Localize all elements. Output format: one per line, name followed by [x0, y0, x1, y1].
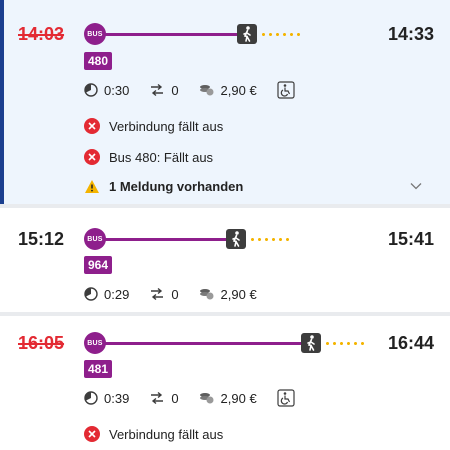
price-stat: 2,90 €	[199, 391, 257, 406]
transfers-value: 0	[171, 82, 179, 98]
transfers-value: 0	[171, 286, 179, 302]
walk-segment	[324, 342, 368, 345]
wheelchair-icon	[277, 81, 295, 99]
notice-text: 1 Meldung vorhanden	[109, 178, 244, 194]
connection-card-3[interactable]: 16:05 BUS 16:44 481 0:39 0 2,90 € Verbin…	[0, 316, 450, 450]
transfers-icon	[151, 391, 164, 405]
price-value: 2,90 €	[220, 286, 257, 302]
selected-indicator	[0, 0, 4, 204]
price-stat: 2,90 €	[199, 287, 257, 302]
duration-value: 0:30	[104, 82, 130, 98]
journey-timeline: BUS	[84, 23, 368, 45]
bus-segment	[104, 238, 228, 241]
message-text: Bus 480: Fällt aus	[109, 149, 214, 165]
line-badge: 480	[84, 52, 113, 70]
error-x-icon	[84, 149, 100, 165]
transfers-icon	[151, 287, 164, 301]
warning-triangle-icon	[84, 179, 100, 194]
duration-clock-icon	[84, 287, 98, 301]
message-cancelled: Verbindung fällt aus	[84, 116, 223, 136]
journey-timeline: BUS	[84, 228, 368, 250]
duration-value: 0:29	[104, 286, 130, 302]
connection-list: 14:03 BUS 14:33 480 0:30 0 2,90 € Verbin…	[0, 0, 450, 450]
duration-stat: 0:29	[84, 287, 129, 302]
bus-icon: BUS	[84, 332, 106, 354]
wheelchair-icon	[277, 389, 295, 407]
transfers-stat: 0	[149, 286, 179, 302]
price-value: 2,90 €	[220, 390, 257, 406]
connection-card-1[interactable]: 14:03 BUS 14:33 480 0:30 0 2,90 € Verbin…	[0, 0, 450, 204]
message-text: Verbindung fällt aus	[109, 118, 224, 134]
departure-time: 14:03	[18, 24, 65, 44]
walking-person-icon	[237, 24, 257, 44]
duration-stat: 0:39	[84, 391, 129, 406]
connection-stats: 0:30 0 2,90 €	[84, 80, 315, 100]
walk-segment	[249, 238, 291, 241]
departure-time: 16:05	[18, 333, 65, 353]
error-x-icon	[84, 426, 100, 442]
duration-clock-icon	[84, 83, 98, 97]
walking-person-icon	[301, 333, 321, 353]
duration-clock-icon	[84, 391, 98, 405]
bus-segment	[104, 342, 302, 345]
transfers-stat: 0	[149, 82, 179, 98]
bus-icon: BUS	[84, 228, 106, 250]
transfers-icon	[151, 83, 164, 97]
notice-row[interactable]: 1 Meldung vorhanden	[84, 176, 243, 196]
message-bus-cancelled: Bus 480: Fällt aus	[84, 147, 213, 167]
walking-person-icon	[226, 229, 246, 249]
transfers-stat: 0	[149, 390, 179, 406]
price-stat: 2,90 €	[199, 83, 257, 98]
transfers-value: 0	[171, 390, 179, 406]
arrival-time: 16:44	[387, 333, 434, 353]
connection-card-2[interactable]: 15:12 BUS 15:41 964 0:29 0 2,90 €	[0, 208, 450, 312]
connection-stats: 0:39 0 2,90 €	[84, 388, 315, 408]
chevron-down-icon[interactable]	[410, 182, 422, 190]
line-badge: 481	[84, 360, 113, 378]
bus-icon: BUS	[84, 23, 106, 45]
accessibility-stat	[277, 81, 295, 99]
arrival-time: 14:33	[387, 24, 434, 44]
arrival-time: 15:41	[387, 229, 434, 249]
error-x-icon	[84, 118, 100, 134]
duration-value: 0:39	[104, 390, 130, 406]
message-cancelled: Verbindung fällt aus	[84, 424, 223, 444]
walk-segment	[260, 33, 302, 36]
accessibility-stat	[277, 389, 295, 407]
line-badge: 964	[84, 256, 113, 274]
journey-timeline: BUS	[84, 332, 368, 354]
duration-stat: 0:30	[84, 83, 129, 98]
coins-icon	[199, 393, 214, 404]
bus-segment	[104, 33, 238, 36]
price-value: 2,90 €	[220, 82, 257, 98]
connection-stats: 0:29 0 2,90 €	[84, 284, 277, 304]
message-text: Verbindung fällt aus	[109, 426, 224, 442]
departure-time: 15:12	[18, 229, 65, 249]
coins-icon	[199, 85, 214, 96]
coins-icon	[199, 289, 214, 300]
